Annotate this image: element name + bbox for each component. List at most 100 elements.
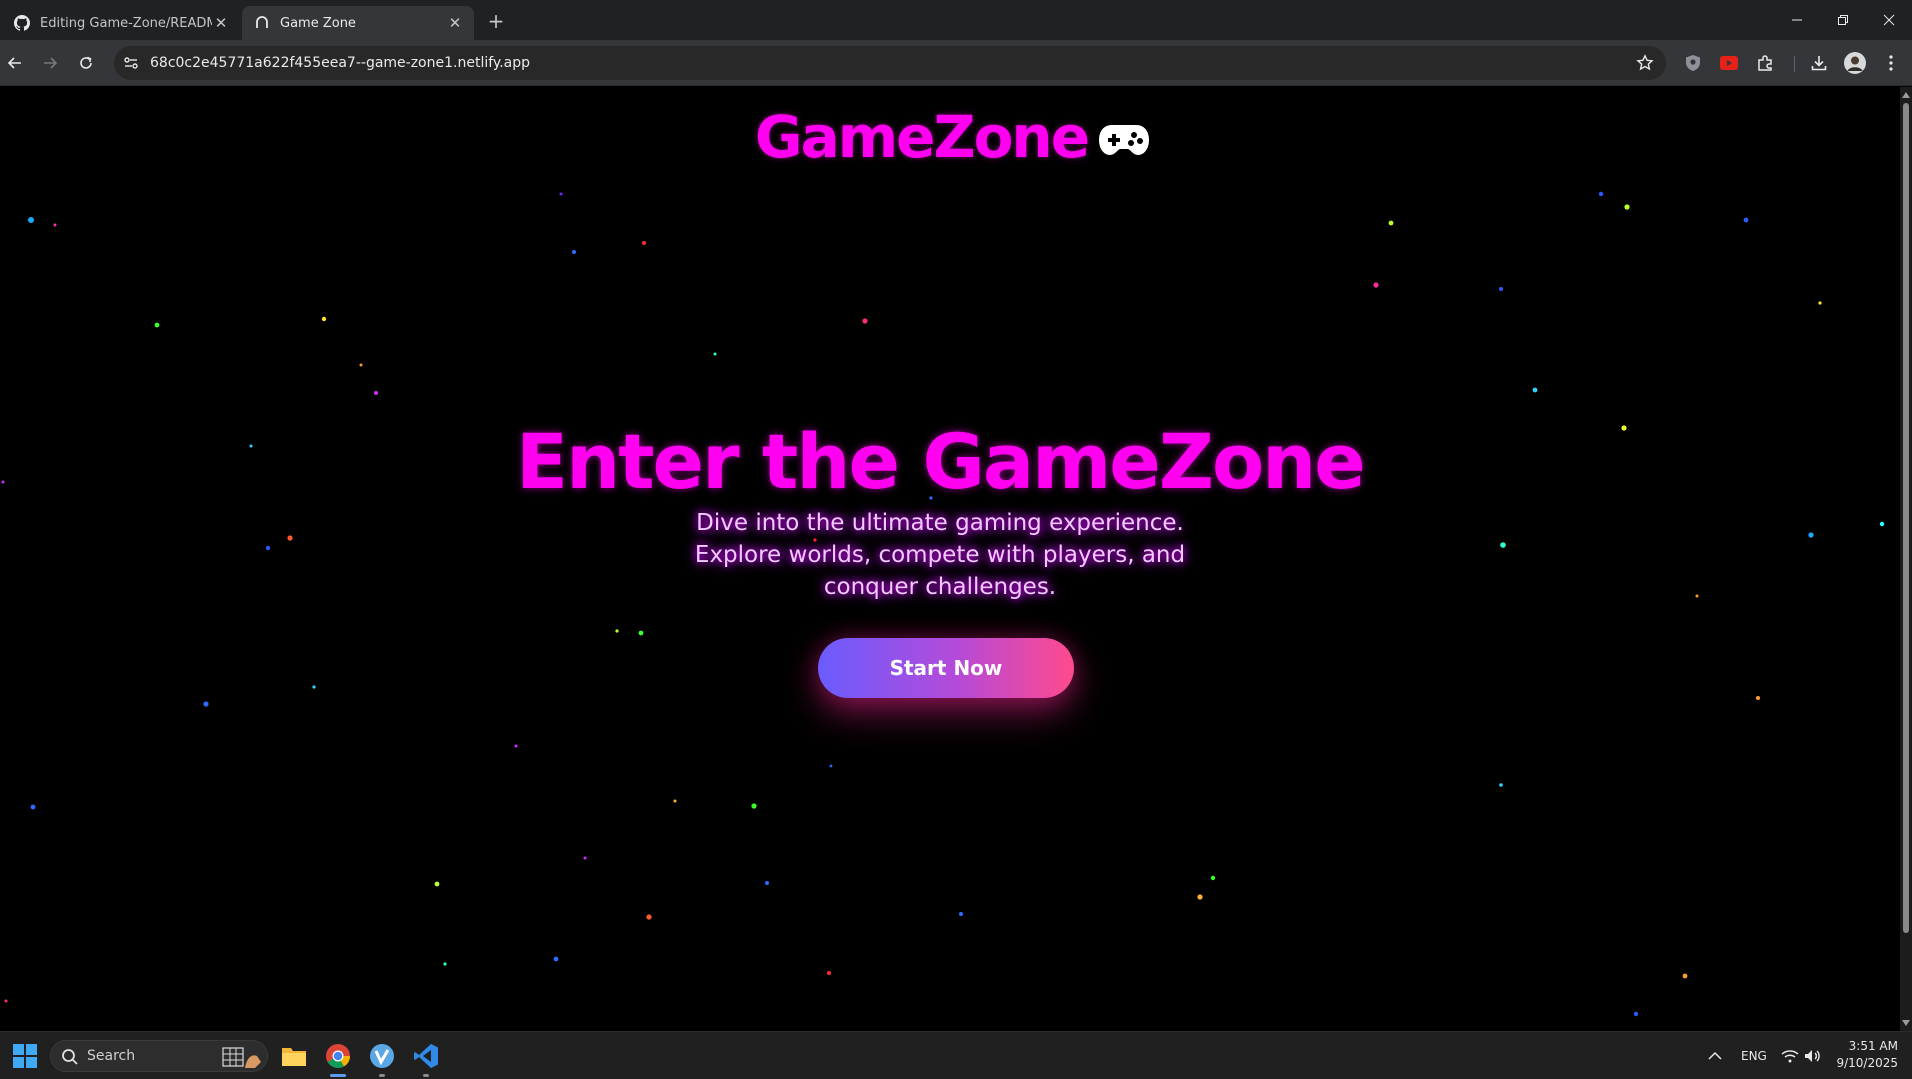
close-tab-icon[interactable]: ✕ bbox=[212, 14, 230, 32]
star-dot bbox=[1598, 191, 1604, 197]
scrollbar-thumb[interactable] bbox=[1903, 103, 1909, 933]
star-dot bbox=[862, 318, 868, 324]
game-zone-page: GameZone Enter the GameZone Dive into th… bbox=[0, 87, 1900, 1031]
star-dot bbox=[154, 322, 160, 328]
star-dot bbox=[203, 701, 209, 707]
star-dot bbox=[1499, 287, 1503, 291]
profile-avatar[interactable] bbox=[1844, 52, 1866, 74]
url-text[interactable]: 68c0c2e45771a622f455eea7--game-zone1.net… bbox=[150, 46, 530, 80]
search-icon bbox=[61, 1048, 79, 1066]
star-dot bbox=[359, 363, 363, 367]
star-dot bbox=[615, 629, 619, 633]
star-dot bbox=[1197, 894, 1203, 900]
volume-icon[interactable] bbox=[1796, 1040, 1828, 1072]
reload-icon bbox=[80, 56, 92, 69]
taskbar-search-input[interactable]: Search bbox=[50, 1040, 268, 1072]
show-hidden-icons-chevron-icon[interactable] bbox=[1699, 1040, 1731, 1072]
star-dot bbox=[827, 971, 831, 975]
vscode-icon[interactable] bbox=[410, 1040, 442, 1077]
star-dot bbox=[553, 956, 559, 962]
star-dot bbox=[583, 856, 587, 860]
scroll-up-icon[interactable] bbox=[1902, 91, 1910, 99]
star-dot bbox=[1633, 1011, 1639, 1017]
tab-title: Editing Game-Zone/README.m bbox=[40, 15, 212, 31]
toolbar-separator bbox=[1794, 56, 1795, 72]
clock-time: 3:51 AM bbox=[1848, 1039, 1898, 1053]
star-dot bbox=[673, 799, 677, 803]
star-dot bbox=[559, 192, 563, 196]
shield-extension-icon[interactable] bbox=[1682, 52, 1704, 74]
star-dot bbox=[1756, 696, 1760, 700]
site-info-icon[interactable] bbox=[122, 54, 140, 72]
active-app-indicator bbox=[330, 1074, 346, 1077]
star-dot bbox=[514, 744, 518, 748]
star-dot bbox=[312, 685, 316, 689]
scroll-down-icon[interactable] bbox=[1902, 1019, 1910, 1027]
address-bar[interactable]: 68c0c2e45771a622f455eea7--game-zone1.net… bbox=[114, 46, 1666, 80]
star-dot bbox=[4, 999, 8, 1003]
star-dot bbox=[28, 217, 34, 223]
star-dot bbox=[1210, 875, 1216, 881]
back-arrow-icon bbox=[7, 57, 21, 69]
tab-game-zone[interactable]: Game Zone ✕ bbox=[242, 6, 474, 40]
system-clock[interactable]: 3:51 AM 9/10/2025 bbox=[1832, 1038, 1898, 1072]
star-dot bbox=[443, 962, 447, 966]
tab-title: Game Zone bbox=[280, 15, 356, 31]
browser-tab-bar: Editing Game-Zone/README.m ✕ Game Zone ✕… bbox=[0, 0, 1912, 40]
close-tab-icon[interactable]: ✕ bbox=[446, 14, 464, 32]
site-logo[interactable]: GameZone bbox=[755, 103, 1150, 171]
youtube-extension-icon[interactable] bbox=[1718, 52, 1740, 74]
page-scrollbar[interactable] bbox=[1900, 87, 1912, 1031]
star-dot bbox=[53, 223, 57, 227]
chrome-icon[interactable] bbox=[322, 1040, 354, 1077]
star-dot bbox=[374, 391, 378, 395]
downloads-icon[interactable] bbox=[1808, 52, 1830, 74]
running-app-indicator bbox=[379, 1074, 385, 1077]
star-dot bbox=[713, 352, 717, 356]
new-tab-button[interactable]: + bbox=[484, 9, 508, 33]
back-button[interactable] bbox=[1, 49, 29, 77]
star-dot bbox=[1499, 783, 1503, 787]
tab-readme-editor[interactable]: Editing Game-Zone/README.m ✕ bbox=[2, 6, 240, 40]
bookmark-star-icon[interactable] bbox=[1636, 54, 1654, 72]
logo-text: GameZone bbox=[755, 103, 1090, 171]
star-dot bbox=[1879, 521, 1885, 527]
star-dot bbox=[1682, 973, 1688, 979]
star-dot bbox=[1373, 282, 1379, 288]
star-dot bbox=[321, 316, 327, 322]
star-dot bbox=[642, 241, 646, 245]
star-dot bbox=[30, 804, 36, 810]
star-dot bbox=[1500, 542, 1506, 548]
star-dot bbox=[572, 250, 576, 254]
star-dot bbox=[1743, 217, 1749, 223]
search-highlight-icon bbox=[221, 1044, 265, 1070]
forward-button[interactable] bbox=[36, 49, 64, 77]
star-dot bbox=[1388, 220, 1394, 226]
close-window-button[interactable] bbox=[1866, 0, 1912, 40]
star-dot bbox=[765, 881, 769, 885]
file-explorer-icon[interactable] bbox=[278, 1040, 310, 1072]
clock-date: 9/10/2025 bbox=[1836, 1056, 1898, 1070]
running-app-indicator bbox=[423, 1074, 429, 1077]
star-dot bbox=[959, 912, 963, 916]
star-dot bbox=[1624, 204, 1630, 210]
minimize-button[interactable] bbox=[1774, 0, 1820, 40]
browser-menu-icon[interactable] bbox=[1880, 52, 1902, 74]
star-dot bbox=[646, 914, 652, 920]
star-dot bbox=[1818, 301, 1822, 305]
restore-button[interactable] bbox=[1820, 0, 1866, 40]
netlify-icon bbox=[254, 15, 270, 31]
star-dot bbox=[1532, 387, 1538, 393]
start-now-button[interactable]: Start Now bbox=[818, 638, 1074, 698]
language-indicator[interactable]: ENG bbox=[1741, 1049, 1767, 1063]
star-dot bbox=[265, 545, 271, 551]
forward-arrow-icon bbox=[44, 57, 58, 69]
gamepad-icon bbox=[1098, 123, 1150, 161]
hero-title: Enter the GameZone bbox=[516, 417, 1366, 506]
windows-start-icon[interactable] bbox=[9, 1040, 41, 1072]
github-icon bbox=[14, 15, 30, 31]
extensions-puzzle-icon[interactable] bbox=[1754, 52, 1776, 74]
vivaldi-like-app-icon[interactable] bbox=[366, 1040, 398, 1077]
reload-button[interactable] bbox=[72, 49, 100, 77]
search-placeholder: Search bbox=[87, 1048, 136, 1064]
